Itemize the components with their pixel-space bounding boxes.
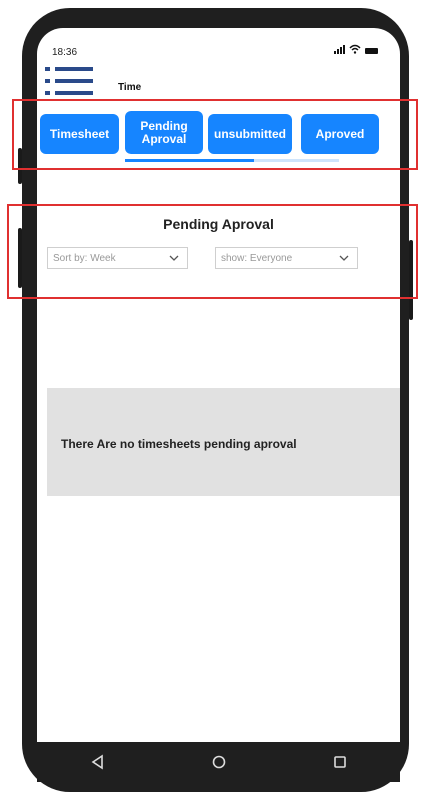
recents-icon[interactable] bbox=[332, 754, 348, 770]
battery-icon bbox=[365, 48, 378, 54]
home-icon[interactable] bbox=[211, 754, 227, 770]
canvas: 18:36 Time Timesheet Pending Aproval uns… bbox=[0, 0, 421, 794]
signal-icon bbox=[334, 45, 345, 54]
page-title: Time bbox=[118, 82, 142, 93]
wifi-icon bbox=[349, 44, 361, 54]
android-nav-bar bbox=[37, 742, 400, 782]
annotation-box-tabs bbox=[12, 99, 418, 170]
back-icon[interactable] bbox=[90, 754, 106, 770]
annotation-box-filters bbox=[7, 204, 418, 299]
status-icons bbox=[334, 44, 378, 54]
empty-state-message: There Are no timesheets pending aproval bbox=[61, 437, 297, 451]
status-time: 18:36 bbox=[52, 47, 78, 58]
hamburger-menu-icon[interactable] bbox=[45, 67, 93, 95]
